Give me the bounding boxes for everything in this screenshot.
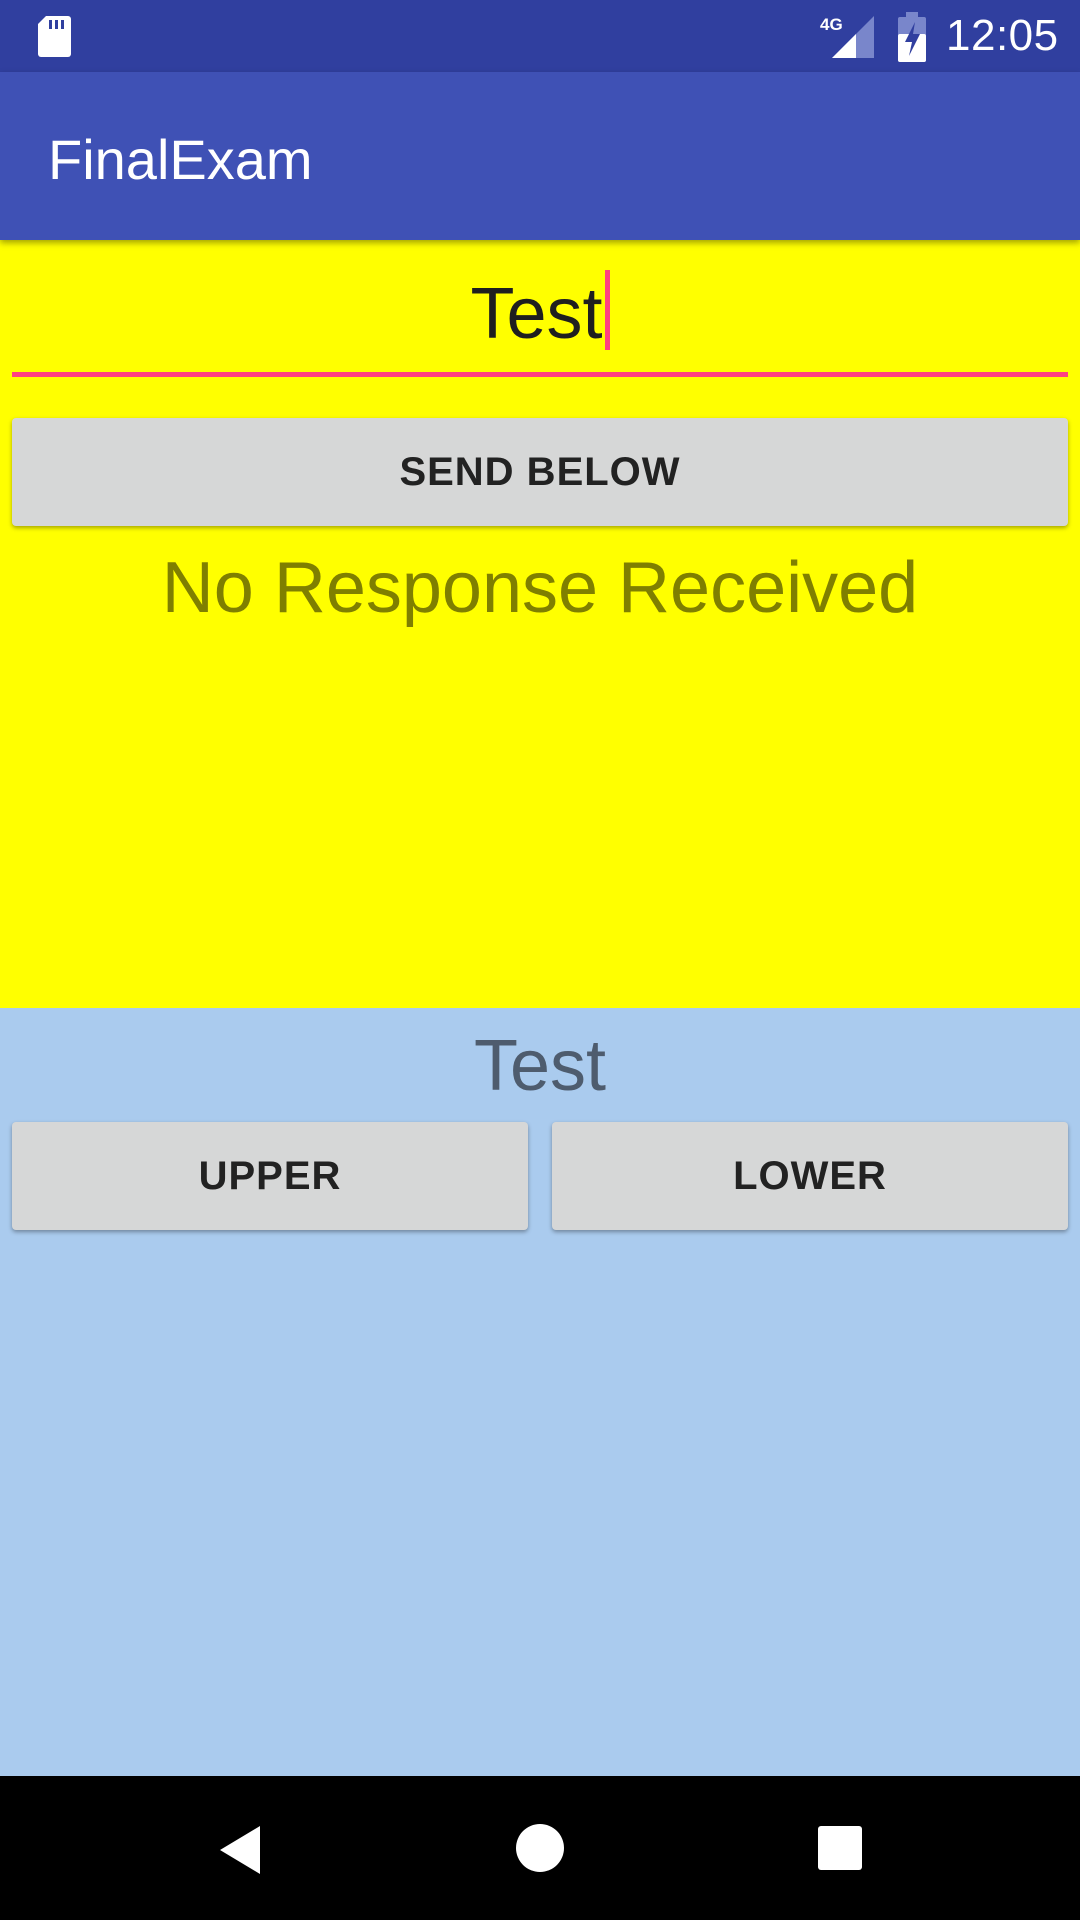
app-bar: FinalExam — [0, 72, 1080, 240]
home-icon[interactable] — [516, 1824, 564, 1872]
navigation-bar — [0, 1776, 1080, 1920]
battery-charging-icon — [898, 12, 926, 62]
back-icon[interactable] — [216, 1824, 264, 1876]
message-input-text: Test — [470, 274, 603, 354]
upper-button[interactable]: UPPER — [12, 1122, 528, 1230]
bottom-panel: Test UPPER LOWER — [0, 1008, 1080, 1776]
message-input[interactable]: Test — [12, 268, 1068, 360]
received-text: Test — [473, 1026, 607, 1106]
top-panel: Test SEND BELOW No Response Received — [0, 240, 1080, 1008]
svg-text:4G: 4G — [820, 15, 843, 34]
app-title: FinalExam — [48, 128, 313, 191]
status-bar: 4G 12:05 — [0, 0, 1080, 72]
lower-button[interactable]: LOWER — [552, 1122, 1068, 1230]
signal-4g-icon: 4G — [820, 15, 874, 58]
response-text: No Response Received — [161, 548, 919, 628]
input-underline — [12, 372, 1068, 377]
recent-apps-icon[interactable] — [818, 1826, 862, 1870]
sd-card-icon — [38, 16, 71, 57]
send-below-button[interactable]: SEND BELOW — [12, 418, 1068, 526]
status-clock: 12:05 — [946, 11, 1059, 60]
text-cursor — [604, 270, 610, 350]
